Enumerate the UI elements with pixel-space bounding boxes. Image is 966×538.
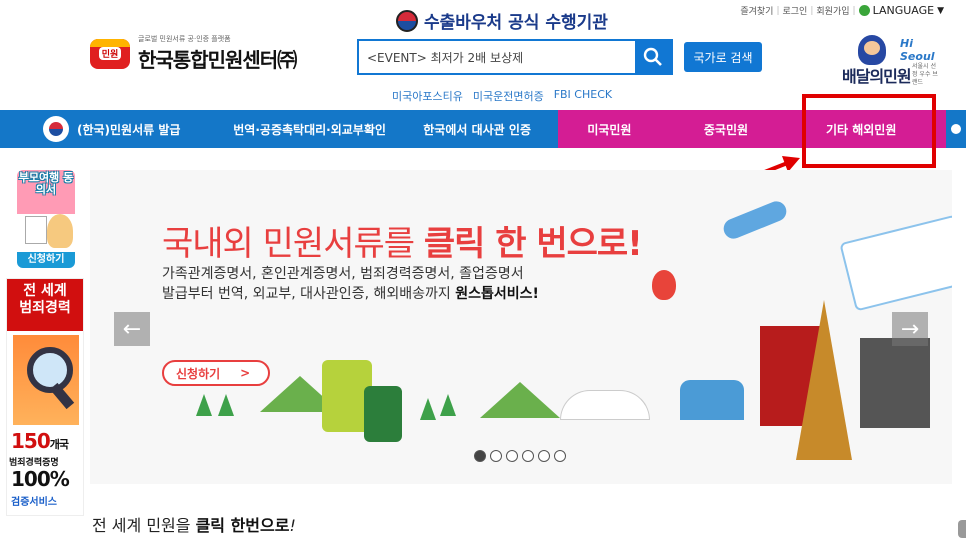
slider-dot[interactable] <box>490 450 502 462</box>
country-search-button[interactable]: 국가로 검색 <box>684 42 762 72</box>
slider-dot[interactable] <box>522 450 534 462</box>
login-link[interactable]: 로그인 <box>783 4 808 17</box>
divider: | <box>776 5 780 16</box>
quick-links: 미국아포스티유 미국운전면허증 FBI CHECK <box>392 88 612 104</box>
divider: | <box>852 5 856 16</box>
bookmark-link[interactable]: 즐겨찾기 <box>740 4 773 17</box>
banner-title: 부모여행 동의서 <box>18 171 74 196</box>
hi-seoul-logo: Hi Seoul <box>900 37 935 63</box>
search-icon <box>643 47 662 66</box>
banner-heading: 전 세계 범죄경력 <box>7 279 83 331</box>
hero-character-icon <box>858 35 886 65</box>
magnifier-illustration <box>13 335 79 425</box>
brand-logo-right[interactable]: Hi Seoul 배달의민원 서울시 선정 우수 브랜드 <box>840 35 940 86</box>
nav-globe-icon[interactable] <box>946 110 966 148</box>
slider-dots <box>474 450 566 462</box>
parent-travel-consent-banner[interactable]: 부모여행 동의서 신청하기 <box>17 170 75 270</box>
eiffel-tower-illustration <box>796 300 852 460</box>
child-illustration <box>47 214 73 248</box>
quick-link-us-apostille[interactable]: 미국아포스티유 <box>392 88 463 104</box>
slider-dot[interactable] <box>554 450 566 462</box>
brand-name: 배달의민원 <box>842 67 912 86</box>
slider-dot[interactable] <box>538 450 550 462</box>
scroll-tab[interactable] <box>958 520 966 538</box>
banner-service: 검증서비스 <box>11 497 57 508</box>
passport-illustration <box>364 386 402 442</box>
globe-icon <box>858 5 870 16</box>
logo-icon: 민원 <box>90 38 130 69</box>
chevron-right-icon: > <box>240 366 251 380</box>
tree-illustration <box>420 398 436 420</box>
slider-dot[interactable] <box>506 450 518 462</box>
export-voucher-badge: 수출바우처 공식 수행기관 <box>396 8 608 33</box>
export-voucher-text: 수출바우처 공식 수행기관 <box>424 13 608 33</box>
korea-flag-icon <box>42 116 69 142</box>
hero-headline: 국내외 민원서류를 클릭 한 번으로! <box>162 224 643 264</box>
slider-next-button[interactable]: → <box>892 312 928 346</box>
page: 즐겨찾기 | 로그인 | 회원가입 | LANGUAGE ▼ 수출바우처 공식 … <box>0 0 966 538</box>
nav-china-documents[interactable]: 중국민원 <box>660 110 792 148</box>
hill-illustration <box>480 382 560 418</box>
opera-house-illustration <box>560 390 650 420</box>
ticket-illustration <box>839 214 952 312</box>
nav-korea-documents[interactable]: (한국)민원서류 발급 <box>0 110 223 148</box>
tree-illustration <box>440 394 456 416</box>
banner-apply-button[interactable]: 신청하기 <box>17 252 75 268</box>
hero-slider: 국내외 민원서류를 클릭 한 번으로! 가족관계증명서, 혼인관계증명서, 범죄… <box>90 170 952 484</box>
hero-description: 가족관계증명서, 혼인관계증명서, 범죄경력증명서, 졸업증명서 발급부터 번역… <box>162 266 539 302</box>
signup-link[interactable]: 회원가입 <box>816 4 849 17</box>
slider-prev-button[interactable]: ← <box>114 312 150 346</box>
nav-us-documents[interactable]: 미국민원 <box>558 110 661 148</box>
search-button[interactable] <box>635 41 671 73</box>
country-count: 150개국 <box>11 429 69 453</box>
search-bar <box>357 39 673 75</box>
brand-subtitle: 서울시 선정 우수 브랜드 <box>912 63 938 86</box>
caret-down-icon: ▼ <box>937 5 944 16</box>
site-logo[interactable]: 민원 글로벌 민원서류 공·인증 플랫폼 한국통합민원센터㈜ <box>90 34 297 73</box>
logo-subtitle: 글로벌 민원서류 공·인증 플랫폼 <box>138 35 231 43</box>
airplane-illustration <box>720 198 790 242</box>
hero-apply-button[interactable]: 신청하기 > <box>162 360 270 386</box>
nav-embassy-certification[interactable]: 한국에서 대사관 인증 <box>396 110 559 148</box>
slider-dot[interactable] <box>474 450 486 462</box>
logo-title: 한국통합민원센터㈜ <box>138 48 297 72</box>
document-icon <box>25 216 47 244</box>
language-selector[interactable]: LANGUAGE ▼ <box>858 4 944 17</box>
section-title: 전 세계 민원을 클릭 한번으로! <box>92 516 296 535</box>
top-utility-nav: 즐겨찾기 | 로그인 | 회원가입 | LANGUAGE ▼ <box>740 4 944 17</box>
highlight-box <box>802 94 936 168</box>
balloon-illustration <box>652 270 676 300</box>
percent-value: 100% <box>11 467 70 491</box>
language-label: LANGUAGE <box>872 4 935 17</box>
temple-illustration <box>860 338 930 428</box>
tree-illustration <box>196 394 212 416</box>
search-input[interactable] <box>359 41 635 73</box>
nav-translation-notary[interactable]: 번역·공증촉탁대리·외교부확인 <box>223 110 395 148</box>
divider: | <box>810 5 814 16</box>
tree-illustration <box>218 394 234 416</box>
taegeuk-icon <box>396 9 418 32</box>
criminal-record-banner[interactable]: 전 세계 범죄경력 150개국 범죄경력증명 100% 검증서비스 <box>6 278 84 516</box>
quick-link-us-license[interactable]: 미국운전면허증 <box>473 88 544 104</box>
cathedral-illustration <box>680 380 744 420</box>
quick-link-fbi-check[interactable]: FBI CHECK <box>554 88 612 104</box>
